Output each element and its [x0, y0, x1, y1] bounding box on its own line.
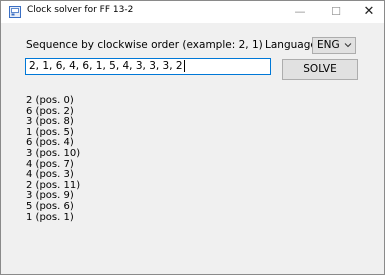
results-list: 2 (pos. 0) 6 (pos. 2) 3 (pos. 8) 1 (pos. 5)…: [26, 95, 81, 223]
window-title: Clock solver for FF 13-2: [27, 5, 134, 15]
chevron-down-icon: [344, 43, 352, 48]
minimize-button[interactable]: —: [285, 1, 315, 23]
solve-button[interactable]: SOLVE: [282, 59, 358, 80]
result-item: 2 (pos. 0): [26, 95, 74, 106]
language-selected-value: ENG: [317, 39, 340, 51]
title-bar[interactable]: Clock solver for FF 13-2 — ☐ ✕: [1, 1, 384, 23]
language-label: Language: [265, 39, 317, 51]
sequence-input-value: 2, 1, 6, 4, 6, 1, 5, 4, 3, 3, 3, 2: [29, 60, 183, 72]
result-item: 5 (pos. 6): [26, 200, 74, 212]
clock-app-icon: [9, 6, 21, 18]
result-item: 3 (pos. 10): [26, 147, 81, 159]
app-window: Clock solver for FF 13-2 — ☐ ✕ Sequence …: [0, 0, 385, 275]
text-caret: [183, 60, 185, 72]
language-dropdown[interactable]: ENG: [312, 37, 356, 54]
close-button[interactable]: ✕: [354, 1, 384, 23]
maximize-button[interactable]: ☐: [321, 1, 351, 23]
sequence-input[interactable]: 2, 1, 6, 4, 6, 1, 5, 4, 3, 3, 3, 2: [25, 58, 271, 75]
sequence-instruction-label: Sequence by clockwise order (example: 2,…: [26, 39, 263, 51]
result-item: 1 (pos. 1): [26, 211, 74, 223]
